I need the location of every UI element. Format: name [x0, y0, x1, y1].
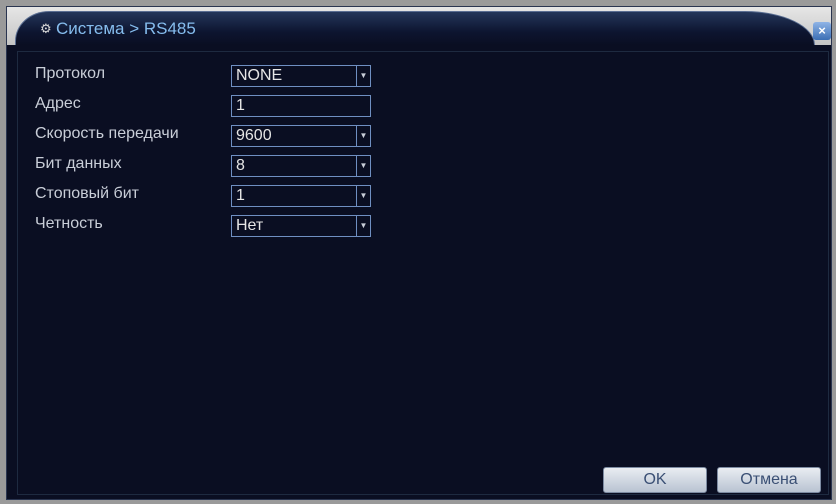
title-tab: ⚙ Система > RS485	[15, 11, 815, 45]
protocol-value: NONE	[236, 67, 283, 84]
chevron-down-icon: ▼	[356, 156, 370, 176]
settings-panel	[17, 51, 829, 495]
rs485-dialog: ⚙ Система > RS485 × Протокол NONE ▼ Адре…	[6, 6, 832, 500]
protocol-select[interactable]: NONE ▼	[231, 65, 371, 87]
cancel-button[interactable]: Отмена	[717, 467, 821, 493]
data-bits-value: 8	[236, 157, 245, 174]
data-bits-select[interactable]: 8 ▼	[231, 155, 371, 177]
baud-rate-select[interactable]: 9600 ▼	[231, 125, 371, 147]
data-bits-label: Бит данных	[35, 155, 122, 172]
protocol-label: Протокол	[35, 65, 106, 82]
parity-value: Нет	[236, 217, 264, 234]
chevron-down-icon: ▼	[356, 186, 370, 206]
address-value: 1	[236, 97, 245, 114]
parity-label: Четность	[35, 215, 103, 232]
close-button[interactable]: ×	[813, 22, 831, 40]
chevron-down-icon: ▼	[356, 126, 370, 146]
baud-rate-value: 9600	[236, 127, 272, 144]
chevron-down-icon: ▼	[356, 216, 370, 236]
baud-rate-label: Скорость передачи	[35, 125, 179, 142]
dialog-title: Система > RS485	[56, 19, 196, 38]
stop-bit-label: Стоповый бит	[35, 185, 139, 202]
chevron-down-icon: ▼	[356, 66, 370, 86]
stop-bit-select[interactable]: 1 ▼	[231, 185, 371, 207]
stop-bit-value: 1	[236, 187, 245, 204]
address-label: Адрес	[35, 95, 81, 112]
address-input[interactable]: 1	[231, 95, 371, 117]
title-bar: ⚙ Система > RS485 ×	[7, 7, 831, 45]
system-icon: ⚙	[40, 22, 52, 37]
ok-button[interactable]: OK	[603, 467, 707, 493]
parity-select[interactable]: Нет ▼	[231, 215, 371, 237]
